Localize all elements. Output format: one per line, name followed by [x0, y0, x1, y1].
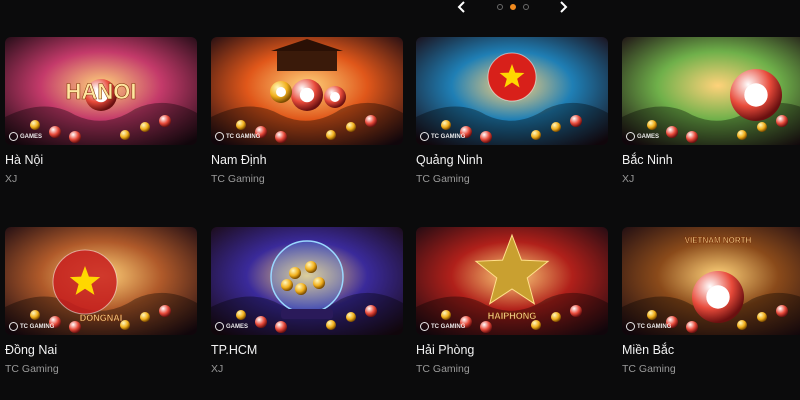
provider-logo-badge: TC GAMING — [9, 322, 54, 331]
game-thumbnail[interactable]: TC GAMING — [211, 37, 403, 145]
provider-logo-badge: GAMES — [9, 132, 42, 141]
game-thumbnail-art — [416, 37, 608, 145]
game-title[interactable]: Hải Phòng — [416, 343, 608, 358]
provider-logo-badge: GAMES — [626, 132, 659, 141]
provider-badge-text: TC GAMING — [637, 323, 672, 330]
game-card[interactable]: TC GAMING Quảng Ninh TC Gaming — [416, 37, 608, 185]
provider-badge-text: GAMES — [226, 323, 249, 330]
provider-badge-text: TC GAMING — [226, 133, 261, 140]
provider-logo-icon — [215, 132, 224, 141]
game-provider: TC Gaming — [211, 173, 265, 185]
game-provider: TC Gaming — [416, 173, 470, 185]
carousel-nav — [455, 0, 570, 14]
provider-logo-badge: GAMES — [215, 322, 248, 331]
game-thumbnail-art: HAIPHONG — [416, 227, 608, 335]
game-thumbnail-art — [211, 37, 403, 145]
provider-badge-text: GAMES — [20, 133, 43, 140]
game-thumbnail[interactable]: HANOI GAMES — [5, 37, 197, 145]
provider-logo-badge: TC GAMING — [215, 132, 260, 141]
svg-text:DONGNAI: DONGNAI — [80, 313, 123, 323]
game-title[interactable]: Quảng Ninh — [416, 153, 608, 168]
provider-badge-text: TC GAMING — [20, 323, 55, 330]
game-card[interactable]: GAMES TP.HCM XJ — [211, 227, 403, 375]
game-provider: TC Gaming — [622, 363, 676, 375]
game-card[interactable]: GAMES Bắc Ninh XJ — [622, 37, 800, 185]
svg-text:VIETNAM NORTH: VIETNAM NORTH — [685, 236, 752, 245]
provider-logo-icon — [626, 132, 635, 141]
provider-logo-badge: TC GAMING — [420, 132, 465, 141]
game-title[interactable]: Nam Định — [211, 153, 403, 168]
provider-logo-icon — [626, 322, 635, 331]
svg-text:HANOI: HANOI — [66, 79, 137, 104]
game-thumbnail[interactable]: GAMES — [622, 37, 800, 145]
provider-badge-text: TC GAMING — [431, 323, 466, 330]
provider-badge-text: GAMES — [637, 133, 660, 140]
game-provider: XJ — [622, 173, 635, 185]
game-title[interactable]: TP.HCM — [211, 343, 403, 358]
provider-logo-icon — [420, 132, 429, 141]
provider-logo-badge: TC GAMING — [626, 322, 671, 331]
provider-logo-icon — [9, 132, 18, 141]
game-provider: TC Gaming — [5, 363, 59, 375]
game-thumbnail[interactable]: HAIPHONG TC GAMING — [416, 227, 608, 335]
game-card[interactable]: DONGNAI TC GAMING Đồng Nai TC Gaming — [5, 227, 197, 375]
game-card[interactable]: HANOI GAMES Hà Nội XJ — [5, 37, 197, 185]
game-thumbnail[interactable]: DONGNAI TC GAMING — [5, 227, 197, 335]
game-title[interactable]: Đồng Nai — [5, 343, 197, 358]
pagination-dot-2[interactable] — [509, 4, 516, 10]
game-title[interactable]: Miền Bắc — [622, 343, 800, 358]
game-card[interactable]: TC GAMING Nam Định TC Gaming — [211, 37, 403, 185]
svg-text:HAIPHONG: HAIPHONG — [488, 311, 537, 321]
game-title[interactable]: Hà Nội — [5, 153, 197, 168]
game-thumbnail-art — [211, 227, 403, 335]
game-provider: XJ — [5, 173, 18, 185]
pagination-dot-3[interactable] — [522, 4, 529, 10]
provider-logo-icon — [215, 322, 224, 331]
game-card[interactable]: HAIPHONG TC GAMING Hải Phòng TC Gaming — [416, 227, 608, 375]
provider-logo-icon — [420, 322, 429, 331]
game-provider: TC Gaming — [416, 363, 470, 375]
provider-badge-text: TC GAMING — [431, 133, 466, 140]
game-thumbnail-art — [622, 37, 800, 145]
game-card[interactable]: VIETNAM NORTH TC GAMING Miền Bắc TC Gaming — [622, 227, 800, 375]
game-thumbnail-art: VIETNAM NORTH — [622, 227, 800, 335]
carousel-pagination — [496, 4, 529, 10]
game-provider: XJ — [211, 363, 224, 375]
game-thumbnail[interactable]: TC GAMING — [416, 37, 608, 145]
provider-logo-icon — [9, 322, 18, 331]
chevron-right-icon[interactable] — [556, 0, 570, 14]
chevron-left-icon[interactable] — [455, 0, 469, 14]
pagination-dot-1[interactable] — [496, 4, 503, 10]
game-thumbnail[interactable]: GAMES — [211, 227, 403, 335]
game-title[interactable]: Bắc Ninh — [622, 153, 800, 168]
game-thumbnail-art: HANOI — [5, 37, 197, 145]
game-thumbnail-art: DONGNAI — [5, 227, 197, 335]
provider-logo-badge: TC GAMING — [420, 322, 465, 331]
game-thumbnail[interactable]: VIETNAM NORTH TC GAMING — [622, 227, 800, 335]
